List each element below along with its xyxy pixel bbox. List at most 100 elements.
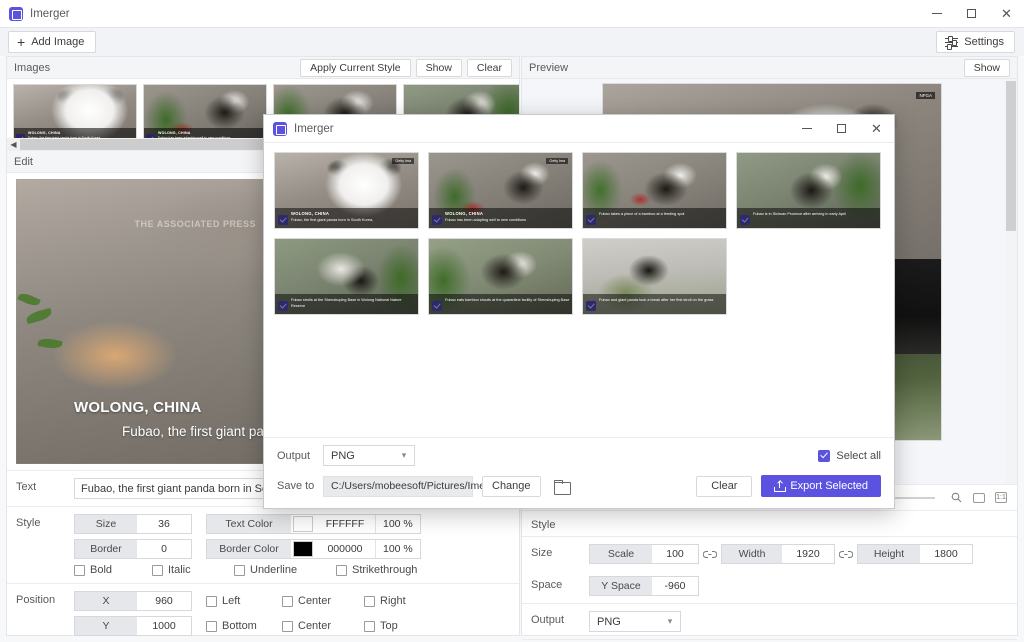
border-value[interactable]: 0 <box>137 540 191 558</box>
link-icon[interactable] <box>835 550 857 559</box>
scale-value[interactable]: 100 <box>652 545 698 563</box>
zoom-icon[interactable] <box>949 491 963 505</box>
preview-show-button[interactable]: Show <box>963 58 1010 77</box>
position-y-value[interactable]: 1000 <box>137 617 191 635</box>
position-y-field[interactable]: Y 1000 <box>74 616 192 636</box>
link-icon[interactable] <box>699 550 721 559</box>
strikethrough-checkbox[interactable]: Strikethrough <box>336 564 417 576</box>
right-style-row-label: Style <box>531 519 556 531</box>
style-row: Style Size 36 Text Color FFFFFF 100 % Bo… <box>7 506 519 583</box>
apply-current-style-button[interactable]: Apply Current Style <box>300 58 411 77</box>
folder-icon[interactable] <box>553 479 571 495</box>
dialog-output-format-select[interactable]: PNG ▾ <box>323 445 415 466</box>
border-label: Border <box>75 540 137 558</box>
list-item[interactable]: Fubao takes a piece of a bamboo at a fee… <box>582 152 727 229</box>
align-top-checkbox[interactable]: Top <box>364 620 398 632</box>
dialog-close-button[interactable]: ✕ <box>859 115 894 143</box>
chevron-down-icon: ▾ <box>667 616 673 626</box>
list-item[interactable]: WOLONG, CHINA Fubao, the first giant pan… <box>13 84 137 146</box>
width-field[interactable]: Width 1920 <box>721 544 835 564</box>
border-field[interactable]: Border 0 <box>74 539 192 559</box>
close-button[interactable]: ✕ <box>989 0 1024 28</box>
width-value[interactable]: 1920 <box>782 545 834 563</box>
align-bottom-checkbox[interactable]: Bottom <box>206 620 282 632</box>
checkbox-square <box>152 564 163 576</box>
align-center-h-checkbox[interactable]: Center <box>282 595 364 607</box>
output-format-select[interactable]: PNG ▾ <box>589 611 681 632</box>
size-field[interactable]: Size 36 <box>74 514 192 534</box>
height-value[interactable]: 1800 <box>920 545 972 563</box>
images-clear-button[interactable]: Clear <box>466 58 512 77</box>
thumbnail-title: WOLONG, CHINA <box>445 211 484 216</box>
align-right-checkbox[interactable]: Right <box>364 595 406 607</box>
app-window: Imerger ✕ + Add Image Settings Images Ap… <box>0 0 1024 642</box>
size-value[interactable]: 36 <box>137 515 191 533</box>
output-row-label: Output <box>531 614 565 626</box>
position-x-value[interactable]: 960 <box>137 592 191 610</box>
list-item[interactable]: Fubao strolls at the Shenshuping Base in… <box>274 238 419 315</box>
italic-label: Italic <box>168 564 191 576</box>
dialog-save-path-field[interactable]: C:/Users/mobeesoft/Pictures/Imerger <box>323 475 504 497</box>
text-color-hex[interactable]: FFFFFF <box>315 515 375 533</box>
output-row: Output PNG ▾ <box>522 603 1017 639</box>
right-style-row: Style <box>522 510 1017 536</box>
dialog-change-path-button[interactable]: Change <box>482 475 541 497</box>
scroll-thumb[interactable] <box>20 139 270 150</box>
text-color-field[interactable]: Text Color FFFFFF 100 % <box>206 514 421 534</box>
sliders-icon <box>945 35 959 52</box>
thumbnail-subtitle: Fubao strolls at the Shenshuping Base in… <box>291 298 402 308</box>
italic-checkbox[interactable]: Italic <box>152 564 234 576</box>
align-center-v-checkbox[interactable]: Center <box>282 620 364 632</box>
border-color-hex[interactable]: 000000 <box>315 540 375 558</box>
thumbnail-subtitle: Fubao, the first giant panda born in Sou… <box>291 218 374 222</box>
text-color-alpha[interactable]: 100 % <box>375 515 420 533</box>
thumbnail-caption: Fubao is in Sichuan Province after arriv… <box>737 208 880 228</box>
space-row: Space Y Space -960 <box>522 576 1017 603</box>
thumbnail-subtitle: Fubao has been adapting well to new cond… <box>445 218 527 222</box>
preview-scrollbar[interactable] <box>1005 79 1017 484</box>
align-left-checkbox[interactable]: Left <box>206 595 282 607</box>
dialog-minimize-button[interactable] <box>789 115 824 143</box>
border-color-alpha[interactable]: 100 % <box>375 540 420 558</box>
thumbnail-subtitle: Fubao is in Sichuan Province after arriv… <box>753 212 847 216</box>
dialog-clear-button[interactable]: Clear <box>696 475 753 497</box>
preview-section-label: Preview <box>529 61 569 74</box>
position-x-field[interactable]: X 960 <box>74 591 192 611</box>
list-item[interactable]: Fubao and giant panda took a break after… <box>582 238 727 315</box>
height-field[interactable]: Height 1800 <box>857 544 973 564</box>
scroll-thumb[interactable] <box>1006 81 1016 231</box>
y-space-field[interactable]: Y Space -960 <box>589 576 699 596</box>
list-item[interactable]: Fubao eats bamboo shoots at the quaranti… <box>428 238 573 315</box>
dialog-title-bar: Imerger ✕ <box>264 115 894 143</box>
settings-label: Settings <box>964 36 1004 48</box>
add-image-button[interactable]: + Add Image <box>8 31 97 53</box>
underline-checkbox[interactable]: Underline <box>234 564 336 576</box>
chevron-down-icon: ▾ <box>401 450 407 460</box>
images-show-button[interactable]: Show <box>415 58 462 77</box>
border-color-swatch[interactable] <box>291 540 315 558</box>
fit-to-window-icon[interactable] <box>973 492 985 503</box>
bold-checkbox[interactable]: Bold <box>74 564 152 576</box>
scroll-left-icon[interactable]: ◀ <box>7 138 20 151</box>
list-item[interactable]: Fubao is in Sichuan Province after arriv… <box>736 152 881 229</box>
list-item[interactable]: Getty Ima WOLONG, CHINA Fubao has been a… <box>428 152 573 229</box>
dialog-output-format-value: PNG <box>331 449 355 462</box>
minimize-button[interactable] <box>919 0 954 28</box>
y-space-value[interactable]: -960 <box>652 577 698 595</box>
scale-field[interactable]: Scale 100 <box>589 544 699 564</box>
maximize-button[interactable] <box>954 0 989 28</box>
strikethrough-label: Strikethrough <box>352 564 418 576</box>
actual-size-icon[interactable]: 1:1 <box>995 492 1007 503</box>
text-color-swatch[interactable] <box>291 515 315 533</box>
border-color-field[interactable]: Border Color 000000 100 % <box>206 539 421 559</box>
list-item[interactable]: WOLONG, CHINA Fubao has been adapting we… <box>143 84 267 146</box>
select-all-checkbox[interactable]: Select all <box>818 449 881 462</box>
checkbox-square <box>336 564 347 576</box>
dialog-maximize-button[interactable] <box>824 115 859 143</box>
window-controls: ✕ <box>919 0 1024 28</box>
dialog-title: Imerger <box>294 122 334 135</box>
list-item[interactable]: Getty Ima WOLONG, CHINA Fubao, the first… <box>274 152 419 229</box>
export-selected-button[interactable]: Export Selected <box>761 475 881 497</box>
settings-button[interactable]: Settings <box>936 31 1015 53</box>
dialog-output-label: Output <box>277 449 311 462</box>
